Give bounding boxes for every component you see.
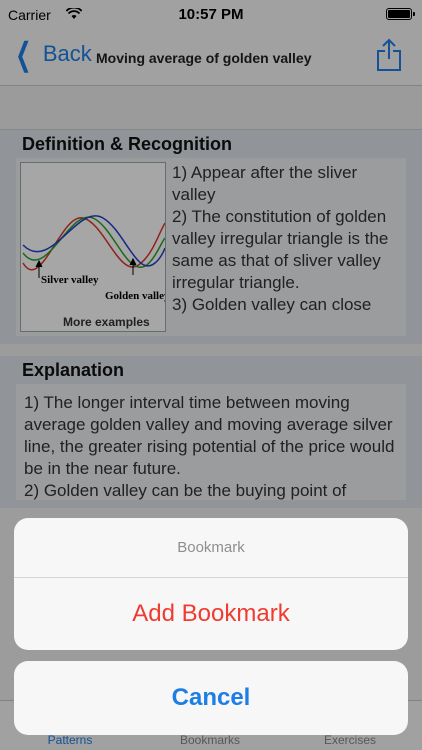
action-sheet: Bookmark Add Bookmark [14,518,408,650]
add-bookmark-button[interactable]: Add Bookmark [14,578,408,650]
action-sheet-title: Bookmark [14,518,408,578]
cancel-button[interactable]: Cancel [14,661,408,735]
cancel-group: Cancel [14,661,408,735]
